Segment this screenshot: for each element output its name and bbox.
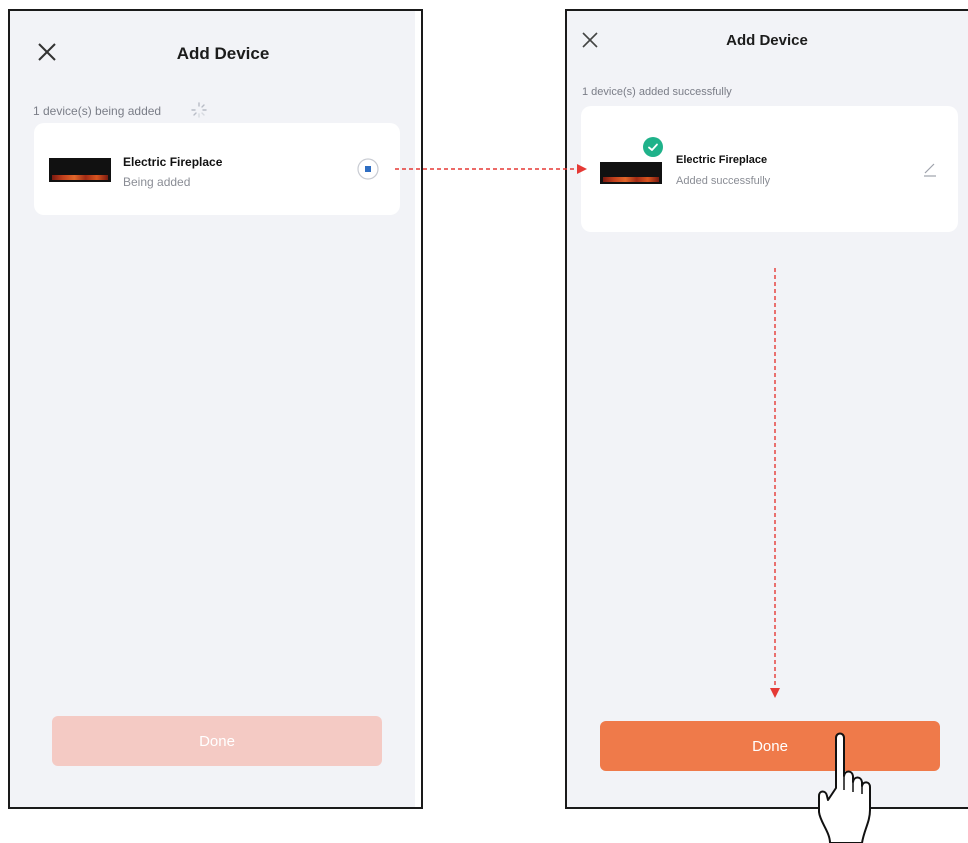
page-title: Add Device: [176, 44, 270, 63]
added-status-text: 1 device(s) added successfully: [582, 86, 732, 98]
device-name: Electric Fireplace: [123, 155, 223, 169]
loading-spinner-icon: [191, 102, 207, 118]
device-status: Added successfully: [676, 175, 771, 187]
left-phone-screen: Add Device 1 device(s) being added Elect…: [8, 9, 423, 809]
edit-pencil-icon[interactable]: [922, 161, 938, 177]
done-button[interactable]: Done: [600, 721, 940, 771]
device-name: Electric Fireplace: [676, 154, 768, 166]
hand-pointer-icon: [818, 732, 871, 843]
done-button[interactable]: Done: [52, 716, 382, 766]
stop-icon[interactable]: [357, 158, 379, 180]
page-title: Add Device: [726, 32, 808, 49]
device-card[interactable]: Electric Fireplace Being added: [34, 123, 400, 215]
check-icon: [643, 137, 663, 157]
close-icon[interactable]: [36, 41, 58, 63]
device-thumbnail: [49, 158, 111, 182]
device-card[interactable]: Electric Fireplace Added successfully: [581, 106, 958, 232]
right-phone-screen: Add Device 1 device(s) added successfull…: [565, 9, 968, 809]
adding-status-text: 1 device(s) being added: [33, 104, 162, 118]
device-status: Being added: [123, 175, 191, 189]
device-thumbnail: [600, 162, 662, 184]
close-icon[interactable]: [579, 29, 601, 51]
left-screen-content: Add Device 1 device(s) being added Elect…: [18, 19, 415, 801]
screen-edge: [415, 11, 421, 807]
